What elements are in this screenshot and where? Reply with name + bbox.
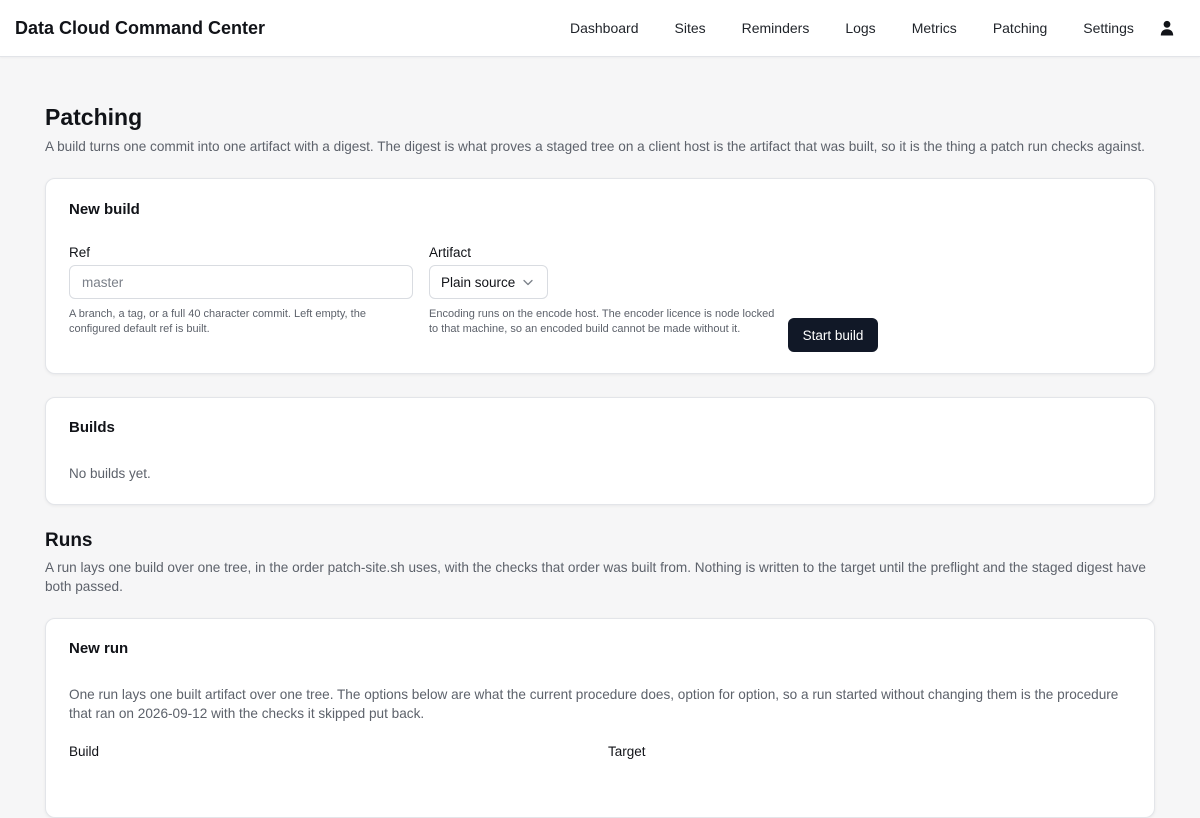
nav-dashboard[interactable]: Dashboard (552, 19, 657, 37)
ref-label: Ref (69, 245, 91, 260)
nav-logs[interactable]: Logs (827, 19, 893, 37)
top-bar: Data Cloud Command Center Dashboard Site… (0, 0, 1200, 57)
artifact-select[interactable]: Plain source (429, 265, 548, 299)
target-label: Target (608, 744, 646, 759)
user-icon[interactable] (1158, 19, 1176, 37)
new-run-card: New run One run lays one built artifact … (45, 618, 1155, 818)
new-run-title: New run (69, 640, 129, 657)
artifact-label: Artifact (429, 245, 472, 260)
new-build-card: New build Ref A branch, a tag, or a full… (45, 178, 1155, 374)
new-build-title: New build (69, 201, 140, 218)
ref-help-text: A branch, a tag, or a full 40 character … (69, 308, 366, 335)
builds-title: Builds (69, 419, 115, 436)
nav-reminders[interactable]: Reminders (724, 19, 828, 37)
builds-empty-state: No builds yet. (69, 466, 151, 481)
nav-sites[interactable]: Sites (657, 19, 724, 37)
page-title: Patching (45, 104, 143, 130)
new-run-description: One run lays one built artifact over one… (69, 687, 1119, 721)
artifact-help-text: Encoding runs on the encode host. The en… (429, 308, 775, 335)
main-nav: Dashboard Sites Reminders Logs Metrics P… (552, 19, 1152, 37)
page-description: A build turns one commit into one artifa… (45, 139, 1145, 154)
artifact-select-value: Plain source (441, 274, 516, 290)
nav-patching[interactable]: Patching (975, 19, 1065, 37)
start-build-button[interactable]: Start build (788, 318, 878, 352)
runs-description: A run lays one build over one tree, in t… (45, 560, 1146, 594)
build-label: Build (69, 744, 100, 759)
ref-input[interactable] (69, 265, 413, 299)
runs-title: Runs (45, 530, 93, 551)
nav-settings[interactable]: Settings (1065, 19, 1152, 37)
nav-metrics[interactable]: Metrics (894, 19, 975, 37)
builds-card: Builds No builds yet. (45, 397, 1155, 505)
app-title[interactable]: Data Cloud Command Center (15, 17, 265, 39)
chevron-down-icon (523, 279, 533, 286)
